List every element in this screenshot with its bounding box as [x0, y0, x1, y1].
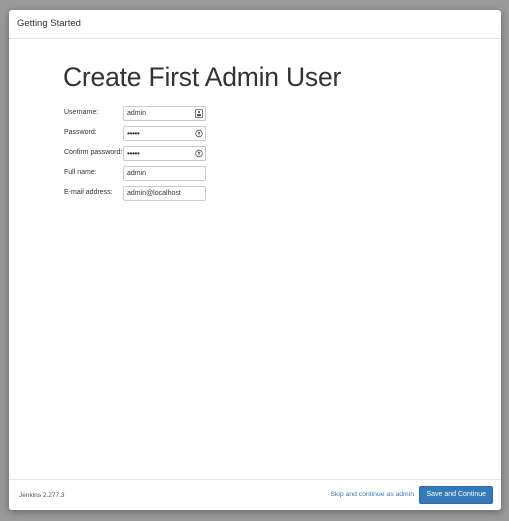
full-name-value: admin: [127, 170, 147, 177]
email-field[interactable]: admin@localhost: [123, 186, 206, 201]
save-and-continue-button[interactable]: Save and Continue: [419, 486, 493, 504]
email-label: E-mail address:: [64, 189, 113, 196]
setup-wizard-dialog: Getting Started Create First Admin User …: [9, 10, 501, 510]
key-icon: [195, 149, 203, 158]
full-name-field[interactable]: admin: [123, 166, 206, 181]
confirm-password-label: Confirm password:: [64, 149, 123, 156]
username-row: Username: admin: [64, 106, 214, 122]
password-row: Password: •••••: [64, 126, 214, 142]
username-field[interactable]: admin: [123, 106, 206, 121]
skip-continue-link[interactable]: Skip and continue as admin: [330, 491, 414, 498]
dialog-header: Getting Started: [9, 10, 501, 39]
password-field[interactable]: •••••: [123, 126, 206, 141]
confirm-password-field[interactable]: •••••: [123, 146, 206, 161]
confirm-password-row: Confirm password: •••••: [64, 146, 214, 162]
full-name-row: Full name: admin: [64, 166, 214, 182]
version-label: Jenkins 2.277.3: [19, 492, 65, 499]
username-value: admin: [127, 110, 147, 117]
email-value: admin@localhost: [127, 190, 181, 197]
dialog-footer: Jenkins 2.277.3 Skip and continue as adm…: [9, 479, 501, 510]
confirm-password-value: •••••: [127, 148, 140, 158]
password-value: •••••: [127, 128, 140, 138]
email-row: E-mail address: admin@localhost: [64, 186, 214, 202]
password-label: Password:: [64, 129, 97, 136]
username-label: Username:: [64, 109, 99, 116]
dialog-title: Getting Started: [17, 18, 81, 29]
key-icon: [195, 129, 203, 138]
contact-card-icon: [195, 109, 203, 118]
full-name-label: Full name:: [64, 169, 97, 176]
page-title: Create First Admin User: [63, 62, 342, 92]
